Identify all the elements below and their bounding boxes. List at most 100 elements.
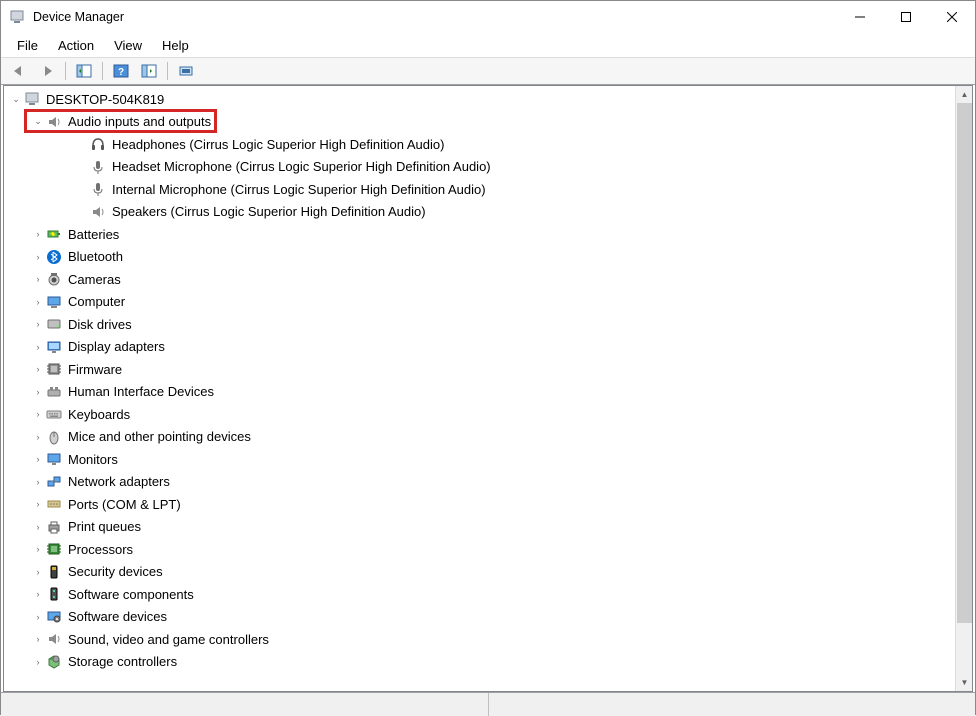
chevron-right-icon[interactable]: › [32,342,44,352]
chevron-right-icon[interactable]: › [32,499,44,509]
tree-category-label: Sound, video and game controllers [68,632,269,647]
hid-icon [46,384,62,400]
chevron-right-icon[interactable]: › [32,297,44,307]
tree-category[interactable]: › Software devices [4,606,955,629]
tree-category-label: Cameras [68,272,121,287]
chevron-right-icon[interactable]: › [32,274,44,284]
tree-category[interactable]: › Firmware [4,358,955,381]
chevron-right-icon[interactable]: › [32,544,44,554]
tree-category[interactable]: › Human Interface Devices [4,381,955,404]
tree-category[interactable]: ⌄ Audio inputs and outputs [4,111,955,134]
tree-category[interactable]: › Storage controllers [4,651,955,674]
tree-category-label: Bluetooth [68,249,123,264]
tree-category[interactable]: › Monitors [4,448,955,471]
chevron-right-icon[interactable]: › [32,589,44,599]
disk-icon [46,316,62,332]
toolbar-separator [102,62,103,80]
chevron-right-icon[interactable]: › [32,657,44,667]
speaker-icon [46,114,62,130]
tree-device-label: Internal Microphone (Cirrus Logic Superi… [112,182,486,197]
tree-device[interactable]: Speakers (Cirrus Logic Superior High Def… [4,201,955,224]
chevron-right-icon[interactable]: › [32,634,44,644]
maximize-button[interactable] [883,1,929,33]
device-tree[interactable]: ⌄ DESKTOP-504K819 ⌄ Audio inputs and out… [4,86,955,691]
menu-view[interactable]: View [104,36,152,55]
tree-category-label: Storage controllers [68,654,177,669]
storage-icon [46,654,62,670]
toolbar-properties-button[interactable] [137,60,161,82]
tree-category[interactable]: › Processors [4,538,955,561]
chevron-right-icon[interactable]: › [32,612,44,622]
tree-category[interactable]: › Display adapters [4,336,955,359]
tree-category[interactable]: › Sound, video and game controllers [4,628,955,651]
tree-category[interactable]: › Network adapters [4,471,955,494]
tree-category-label: Processors [68,542,133,557]
chevron-right-icon[interactable]: › [32,364,44,374]
tree-category[interactable]: › Batteries [4,223,955,246]
chevron-right-icon[interactable]: › [32,409,44,419]
port-icon [46,496,62,512]
scroll-thumb[interactable] [957,103,972,623]
firmware-icon [46,361,62,377]
chevron-right-icon[interactable]: › [32,567,44,577]
statusbar [1,692,975,716]
tree-device-label: Headphones (Cirrus Logic Superior High D… [112,137,444,152]
tree-category-label: Firmware [68,362,122,377]
tree-device[interactable]: Headphones (Cirrus Logic Superior High D… [4,133,955,156]
software-device-icon [46,609,62,625]
tree-device[interactable]: Internal Microphone (Cirrus Logic Superi… [4,178,955,201]
chevron-right-icon[interactable]: › [32,229,44,239]
scroll-down-button[interactable]: ▼ [956,674,973,691]
tree-category[interactable]: › Print queues [4,516,955,539]
headphones-icon [90,136,106,152]
toolbar-back-button[interactable] [7,60,31,82]
microphone-icon [90,181,106,197]
tree-category-label: Display adapters [68,339,165,354]
toolbar-tree-button[interactable] [72,60,96,82]
menu-help[interactable]: Help [152,36,199,55]
chevron-down-icon[interactable]: ⌄ [10,94,22,105]
speaker-icon [90,204,106,220]
status-cell-1 [1,693,489,716]
tree-category-label: Software devices [68,609,167,624]
chevron-right-icon[interactable]: › [32,252,44,262]
tree-category-label: Mice and other pointing devices [68,429,251,444]
tree-category[interactable]: › Security devices [4,561,955,584]
toolbar-separator [167,62,168,80]
tree-category[interactable]: › Ports (COM & LPT) [4,493,955,516]
status-cell-2 [489,693,976,716]
tree-root[interactable]: ⌄ DESKTOP-504K819 [4,88,955,111]
toolbar-scan-button[interactable] [174,60,198,82]
tree-category-label: Monitors [68,452,118,467]
menu-file[interactable]: File [7,36,48,55]
tree-category[interactable]: › Software components [4,583,955,606]
menu-action[interactable]: Action [48,36,104,55]
camera-icon [46,271,62,287]
processor-icon [46,541,62,557]
chevron-right-icon[interactable]: › [32,387,44,397]
tree-category[interactable]: › Keyboards [4,403,955,426]
toolbar-separator [65,62,66,80]
keyboard-icon [46,406,62,422]
tree-device[interactable]: Headset Microphone (Cirrus Logic Superio… [4,156,955,179]
scroll-up-button[interactable]: ▲ [956,86,973,103]
tree-category[interactable]: › Mice and other pointing devices [4,426,955,449]
microphone-icon [90,159,106,175]
chevron-right-icon[interactable]: › [32,477,44,487]
tree-category[interactable]: › Computer [4,291,955,314]
chevron-down-icon[interactable]: ⌄ [32,116,44,127]
chevron-right-icon[interactable]: › [32,522,44,532]
toolbar-forward-button[interactable] [35,60,59,82]
chevron-right-icon[interactable]: › [32,454,44,464]
tree-category[interactable]: › Cameras [4,268,955,291]
security-icon [46,564,62,580]
toolbar-help-button[interactable]: ? [109,60,133,82]
chevron-right-icon[interactable]: › [32,432,44,442]
vertical-scrollbar[interactable]: ▲ ▼ [955,86,972,691]
tree-category[interactable]: › Disk drives [4,313,955,336]
display-icon [46,339,62,355]
chevron-right-icon[interactable]: › [32,319,44,329]
minimize-button[interactable] [837,1,883,33]
close-button[interactable] [929,1,975,33]
tree-category[interactable]: › Bluetooth [4,246,955,269]
